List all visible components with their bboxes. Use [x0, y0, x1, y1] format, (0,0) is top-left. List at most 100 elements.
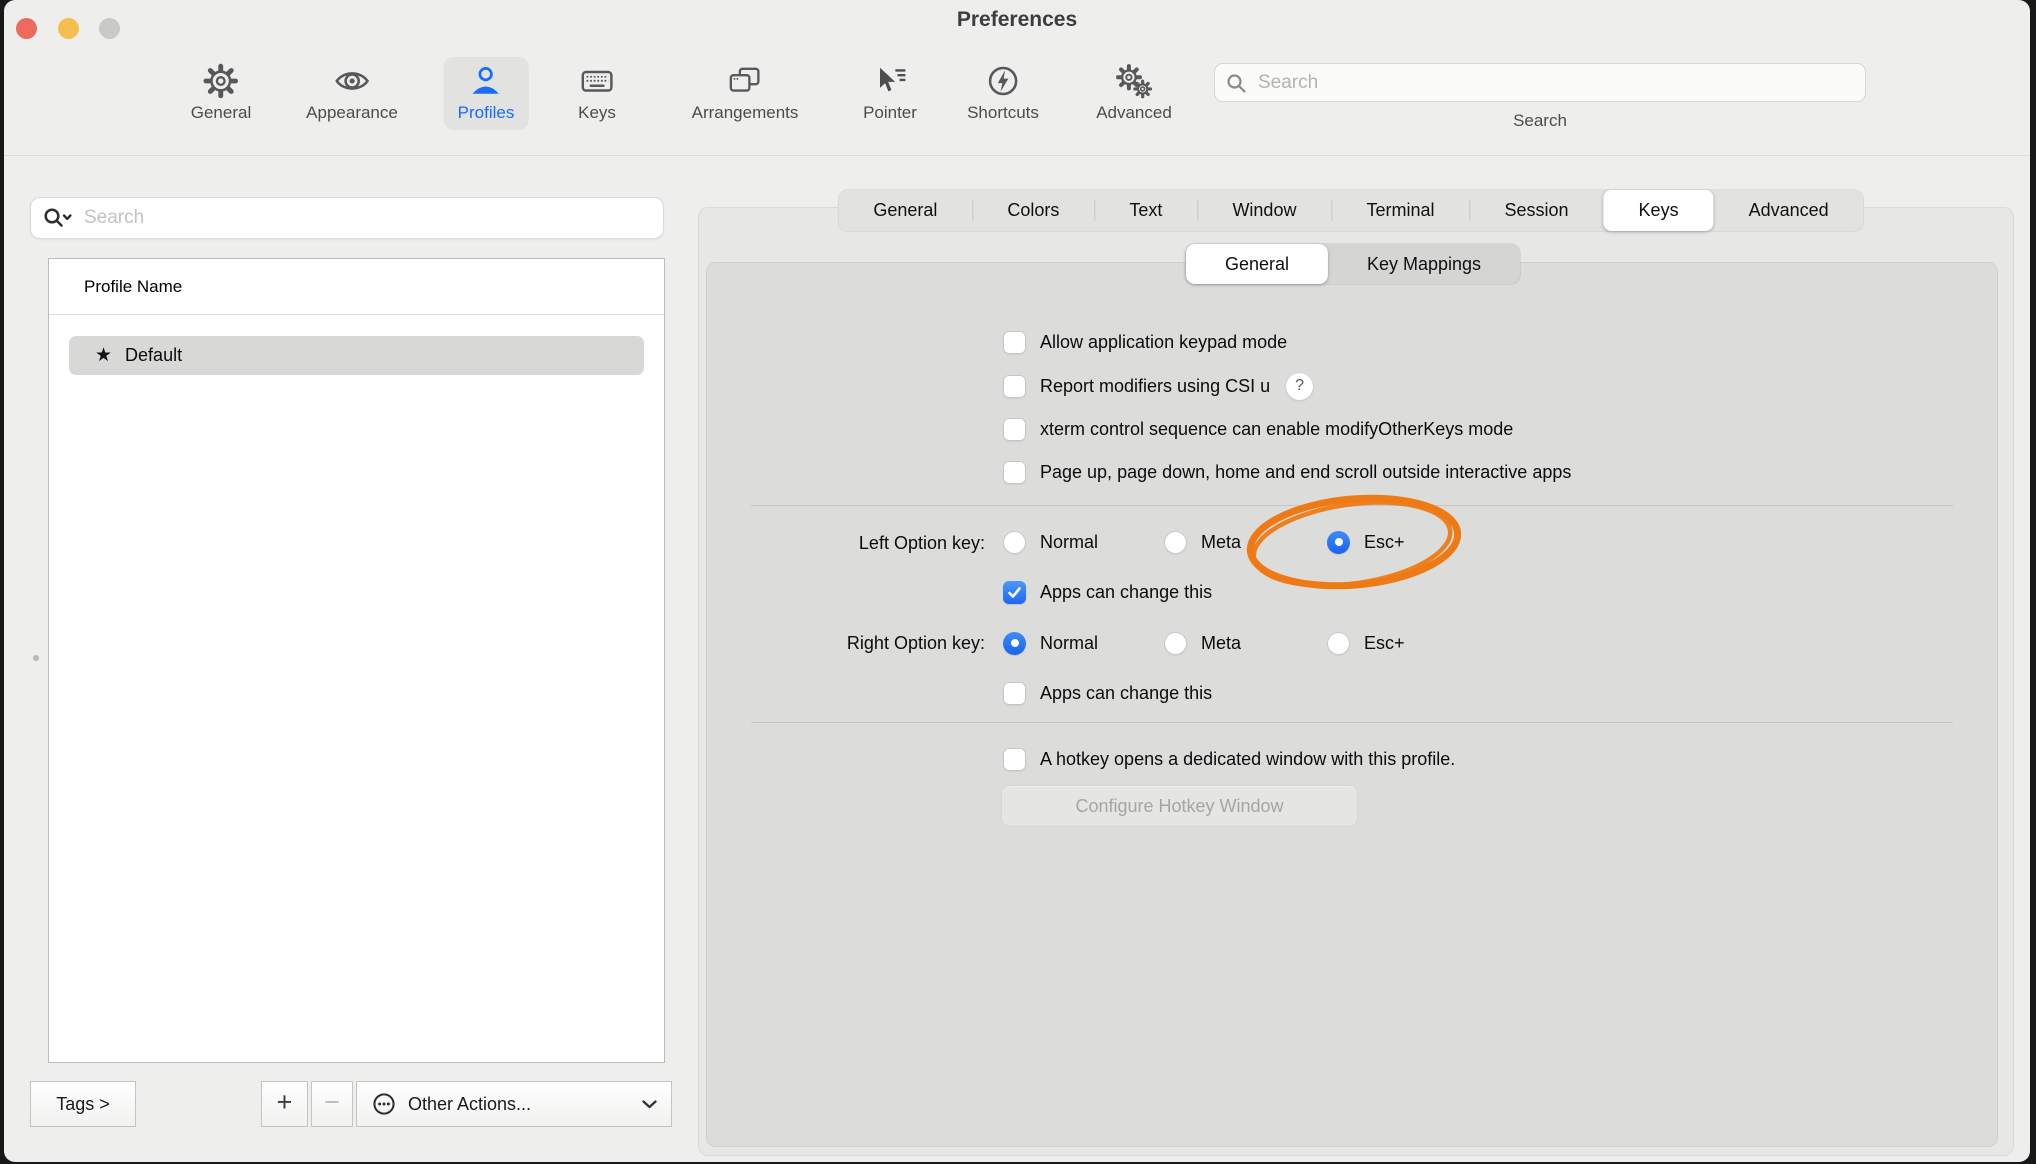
- left-option-radio-group: Normal Meta Esc+: [1003, 527, 1405, 557]
- search-icon: [1225, 72, 1247, 94]
- toolbar-item-profiles[interactable]: Profiles: [444, 57, 529, 130]
- toolbar-label: General: [191, 103, 251, 122]
- radio-label: Esc+: [1364, 633, 1405, 654]
- left-option-normal-radio[interactable]: [1003, 531, 1026, 554]
- toolbar-search-caption: Search: [1214, 111, 1866, 131]
- profile-search-field[interactable]: [30, 197, 664, 239]
- toolbar-label: Profiles: [458, 103, 515, 122]
- keypad-mode-checkbox[interactable]: [1003, 331, 1026, 354]
- eye-icon: [334, 63, 370, 99]
- configure-hotkey-window-button: Configure Hotkey Window: [1001, 785, 1358, 827]
- remove-profile-button[interactable]: −: [311, 1081, 353, 1127]
- profile-name: Default: [125, 345, 182, 366]
- tab-colors[interactable]: Colors: [972, 190, 1094, 231]
- keys-general-panel: [706, 262, 1998, 1147]
- radio-label: Normal: [1040, 532, 1098, 553]
- toolbar-item-general[interactable]: General: [177, 57, 265, 130]
- left-option-esc-radio[interactable]: [1327, 531, 1350, 554]
- keyboard-icon: [579, 63, 615, 99]
- toolbar-item-arrangements[interactable]: Arrangements: [678, 57, 813, 130]
- tab-session[interactable]: Session: [1470, 190, 1604, 231]
- right-option-key-label: Right Option key:: [750, 628, 985, 658]
- ellipsis-circle-icon: [371, 1091, 397, 1117]
- toolbar-item-appearance[interactable]: Appearance: [292, 57, 412, 130]
- radio-label: Normal: [1040, 633, 1098, 654]
- profile-list: Profile Name ★ Default: [48, 258, 665, 1063]
- checkbox-label: A hotkey opens a dedicated window with t…: [1040, 749, 1455, 770]
- checkbox-row: Report modifiers using CSI u ?: [1003, 371, 1313, 401]
- left-apps-can-change-checkbox[interactable]: [1003, 581, 1026, 604]
- tags-button[interactable]: Tags >: [30, 1081, 136, 1127]
- star-icon: ★: [95, 346, 112, 365]
- bolt-icon: [985, 63, 1021, 99]
- right-option-normal-radio[interactable]: [1003, 632, 1026, 655]
- section-divider: [751, 505, 1953, 506]
- gear-icon: [203, 63, 239, 99]
- toolbar-item-advanced[interactable]: Advanced: [1082, 57, 1186, 130]
- tab-keys[interactable]: Keys: [1604, 190, 1714, 231]
- toolbar-label: Shortcuts: [967, 103, 1039, 122]
- screenshot-stage: Preferences General: [0, 0, 2036, 1164]
- right-option-radio-group: Normal Meta Esc+: [1003, 628, 1405, 658]
- checkbox-label: Apps can change this: [1040, 683, 1212, 704]
- toolbar-divider: [4, 155, 2030, 156]
- tab-advanced[interactable]: Advanced: [1714, 190, 1864, 231]
- cursor-icon: [872, 63, 908, 99]
- toolbar-label: Appearance: [306, 103, 398, 122]
- toolbar-label: Advanced: [1096, 103, 1172, 122]
- checkbox-label: Apps can change this: [1040, 582, 1212, 603]
- checkbox-label: xterm control sequence can enable modify…: [1040, 419, 1513, 440]
- radio-label: Meta: [1201, 532, 1241, 553]
- profile-tab-bar: General Colors Text Window Terminal Sess…: [838, 190, 1863, 231]
- window-title: Preferences: [4, 8, 2030, 32]
- page-scroll-checkbox[interactable]: [1003, 461, 1026, 484]
- hotkey-window-checkbox[interactable]: [1003, 748, 1026, 771]
- subtab-general[interactable]: General: [1186, 244, 1328, 284]
- preferences-window: Preferences General: [4, 0, 2030, 1162]
- checkbox-label: Report modifiers using CSI u: [1040, 376, 1270, 397]
- search-scope-icon: [43, 207, 73, 229]
- checkbox-row: Apps can change this: [1003, 678, 1212, 708]
- add-profile-button[interactable]: +: [261, 1081, 308, 1127]
- tab-terminal[interactable]: Terminal: [1331, 190, 1469, 231]
- checkbox-row: Apps can change this: [1003, 577, 1212, 607]
- profile-search-input[interactable]: [82, 206, 651, 230]
- other-actions-label: Other Actions...: [408, 1094, 531, 1115]
- left-option-meta-radio[interactable]: [1164, 531, 1187, 554]
- toolbar-item-pointer[interactable]: Pointer: [849, 57, 931, 130]
- windows-icon: [727, 63, 763, 99]
- modify-other-keys-checkbox[interactable]: [1003, 418, 1026, 441]
- section-divider: [751, 722, 1953, 723]
- checkbox-row: Page up, page down, home and end scroll …: [1003, 457, 1571, 487]
- tab-text[interactable]: Text: [1094, 190, 1197, 231]
- toolbar-item-keys[interactable]: Keys: [564, 57, 630, 130]
- toolbar-label: Keys: [578, 103, 616, 122]
- person-icon: [468, 63, 504, 99]
- toolbar-item-shortcuts[interactable]: Shortcuts: [953, 57, 1053, 130]
- toolbar-label: Arrangements: [692, 103, 799, 122]
- tab-window[interactable]: Window: [1197, 190, 1331, 231]
- checkbox-row: xterm control sequence can enable modify…: [1003, 414, 1513, 444]
- subtab-key-mappings[interactable]: Key Mappings: [1328, 244, 1520, 284]
- checkbox-label: Page up, page down, home and end scroll …: [1040, 462, 1571, 483]
- radio-label: Meta: [1201, 633, 1241, 654]
- toolbar-label: Pointer: [863, 103, 917, 122]
- tab-general[interactable]: General: [838, 190, 972, 231]
- right-option-esc-radio[interactable]: [1327, 632, 1350, 655]
- right-option-meta-radio[interactable]: [1164, 632, 1187, 655]
- toolbar-search-field[interactable]: [1214, 63, 1866, 102]
- help-button[interactable]: ?: [1286, 373, 1313, 400]
- radio-label: Esc+: [1364, 532, 1405, 553]
- chevron-down-icon: [642, 1100, 657, 1109]
- other-actions-dropdown[interactable]: Other Actions...: [356, 1081, 672, 1127]
- profile-list-header: Profile Name: [49, 259, 664, 315]
- keys-subtab-bar: General Key Mappings: [1186, 244, 1520, 284]
- csi-u-checkbox[interactable]: [1003, 375, 1026, 398]
- gears-icon: [1116, 63, 1152, 99]
- toolbar-search-input[interactable]: [1256, 71, 1855, 95]
- checkbox-row: A hotkey opens a dedicated window with t…: [1003, 744, 1455, 774]
- profile-row-default[interactable]: ★ Default: [69, 336, 644, 375]
- checkbox-label: Allow application keypad mode: [1040, 332, 1287, 353]
- right-apps-can-change-checkbox[interactable]: [1003, 682, 1026, 705]
- checkbox-row: Allow application keypad mode: [1003, 327, 1287, 357]
